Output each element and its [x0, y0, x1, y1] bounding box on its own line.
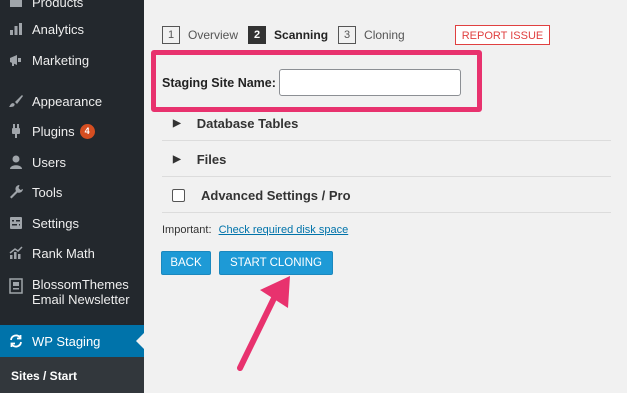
divider	[162, 140, 611, 141]
analytics-icon	[8, 21, 24, 37]
step-number-current: 2	[248, 26, 267, 44]
sidebar-item-rank-math[interactable]: Rank Math	[0, 240, 144, 266]
step-label-scanning: Scanning	[274, 28, 329, 42]
label-line-1: BlossomThemes	[32, 277, 129, 292]
report-issue-button[interactable]: REPORT ISSUE	[455, 25, 550, 45]
expand-triangle-icon: ▶	[173, 117, 181, 129]
staging-site-name-label: Staging Site Name:	[162, 76, 276, 90]
sidebar-item-analytics[interactable]: Analytics	[0, 16, 144, 42]
sidebar-item-products[interactable]: Products	[0, 0, 144, 15]
sidebar-item-marketing[interactable]: Marketing	[0, 47, 144, 73]
back-button[interactable]: BACK	[161, 251, 211, 275]
settings-icon	[8, 215, 24, 231]
annotation-arrow-icon	[237, 276, 290, 371]
sidebar-item-appearance[interactable]: Appearance	[0, 88, 144, 114]
section-label: Advanced Settings / Pro	[201, 187, 351, 203]
products-icon	[8, 0, 24, 10]
submenu-item-sites-start[interactable]: Sites / Start	[11, 369, 77, 383]
staging-site-name-input[interactable]	[279, 69, 461, 96]
sidebar-item-label: Tools	[32, 184, 63, 200]
database-tables-toggle[interactable]: ▶ Database Tables	[162, 106, 611, 140]
sidebar-item-tools[interactable]: Tools	[0, 179, 144, 205]
wp-staging-submenu: Sites / Start	[0, 357, 144, 393]
sidebar-item-users[interactable]: Users	[0, 149, 144, 175]
sidebar-item-label: Marketing	[32, 52, 90, 68]
step-label-overview: Overview	[188, 28, 239, 42]
admin-sidebar: Products Analytics Marketing Appearance …	[0, 0, 144, 393]
sidebar-item-wp-staging[interactable]: WP Staging	[0, 325, 144, 357]
divider	[162, 176, 611, 177]
update-count-badge: 4	[79, 123, 95, 139]
chart-icon	[8, 245, 24, 261]
sidebar-item-label: Appearance	[32, 93, 103, 109]
sidebar-item-label: WP Staging	[32, 333, 101, 349]
advanced-settings-row: Advanced Settings / Pro	[162, 178, 611, 212]
label-line-2: Email Newsletter	[32, 292, 130, 307]
advanced-settings-checkbox[interactable]	[172, 188, 185, 202]
sidebar-item-blossomthemes-newsletter[interactable]: BlossomThemes Email Newsletter	[0, 274, 144, 310]
divider	[162, 212, 611, 213]
sidebar-item-label: Products	[32, 0, 84, 10]
brush-icon	[8, 93, 24, 109]
wrench-icon	[8, 184, 24, 200]
section-label: Database Tables	[196, 115, 299, 131]
important-prefix: Important:	[162, 224, 212, 236]
section-label: Files	[196, 151, 227, 167]
step-number: 1	[162, 26, 180, 44]
sidebar-item-label: Rank Math	[32, 245, 95, 261]
files-toggle[interactable]: ▶ Files	[162, 142, 611, 176]
sidebar-item-label: Settings	[32, 215, 79, 231]
sync-icon	[8, 333, 24, 349]
check-disk-space-link[interactable]: Check required disk space	[219, 224, 349, 236]
step-label-cloning: Cloning	[364, 28, 405, 42]
sidebar-item-settings[interactable]: Settings	[0, 210, 144, 236]
user-icon	[8, 154, 24, 170]
step-number: 3	[338, 26, 357, 44]
expand-triangle-icon: ▶	[173, 153, 181, 165]
sidebar-item-label: BlossomThemes Email Newsletter	[32, 277, 130, 307]
sidebar-item-plugins[interactable]: Plugins 4	[0, 118, 144, 144]
sidebar-item-label: Plugins	[32, 123, 75, 139]
megaphone-icon	[8, 52, 24, 68]
plugin-icon	[8, 123, 24, 139]
sidebar-item-label: Users	[32, 154, 66, 170]
important-note: Important: Check required disk space	[162, 224, 348, 236]
sidebar-item-label: Analytics	[32, 21, 85, 37]
active-indicator	[136, 333, 144, 349]
wizard-steps: 1 Overview 2 Scanning 3 Cloning	[162, 25, 415, 45]
newsletter-icon	[8, 278, 24, 294]
